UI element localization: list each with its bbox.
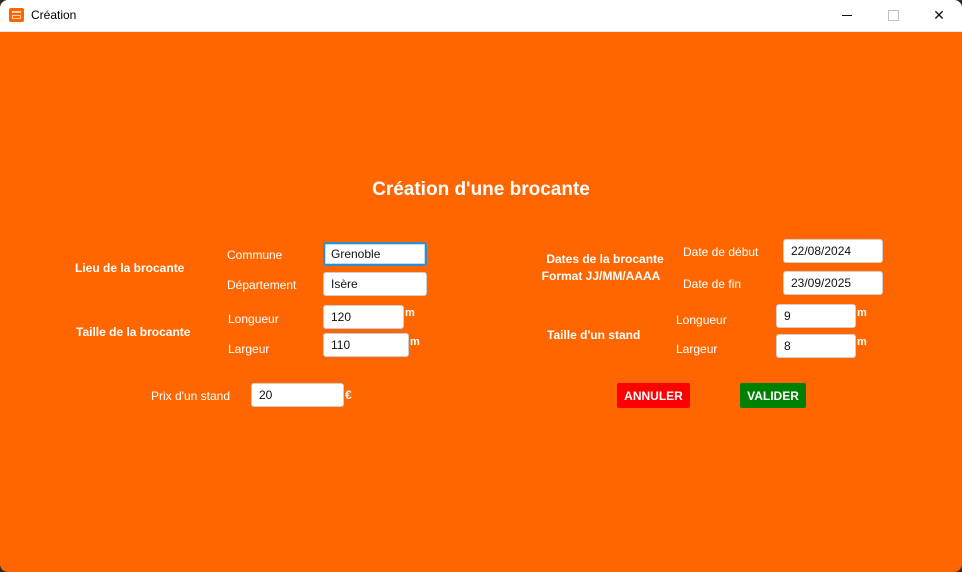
commune-label: Commune [227,248,283,262]
date-fin-input[interactable] [783,271,883,295]
date-debut-input[interactable] [783,239,883,263]
minimize-button[interactable] [824,0,870,31]
minimize-icon [842,15,852,16]
brocante-longueur-label: Longueur [228,312,279,326]
stand-longueur-unit: m [857,307,867,319]
brocante-largeur-unit: m [410,336,420,348]
form-area: Création d'une brocante Lieu de la broca… [0,31,962,572]
taille-brocante-label: Taille de la brocante [76,325,191,339]
dates-label: Dates de la brocante [546,252,664,266]
title-bar[interactable]: Création ✕ [0,0,962,32]
taille-stand-label: Taille d'un stand [547,328,641,342]
brocante-longueur-input[interactable] [323,305,404,329]
prix-label: Prix d'un stand [151,389,231,403]
stand-longueur-input[interactable] [776,304,856,328]
cancel-button[interactable]: ANNULER [617,383,690,408]
brocante-longueur-unit: m [405,307,415,319]
stand-largeur-unit: m [857,336,867,348]
close-button[interactable]: ✕ [916,0,962,31]
prix-unit: € [345,388,352,402]
dates-format-label: Format JJ/MM/AAAA [541,269,661,283]
stand-largeur-input[interactable] [776,334,856,358]
validate-button[interactable]: VALIDER [740,383,806,408]
app-window: Création ✕ Création d'une brocante Lieu … [0,0,962,572]
brocante-largeur-input[interactable] [323,333,409,357]
maximize-button [870,0,916,31]
stand-longueur-label: Longueur [676,313,727,327]
maximize-icon [887,10,899,21]
departement-input[interactable] [323,272,427,296]
prix-input[interactable] [251,383,344,407]
departement-label: Département [227,278,297,292]
close-icon: ✕ [933,7,945,23]
commune-input[interactable] [323,242,427,266]
brocante-largeur-label: Largeur [228,342,270,356]
stand-largeur-label: Largeur [676,342,718,356]
date-debut-label: Date de début [683,245,759,259]
window-title: Création [31,8,77,22]
lieu-label: Lieu de la brocante [75,261,185,275]
date-fin-label: Date de fin [683,277,742,291]
app-icon [9,8,24,22]
page-title: Création d'une brocante [372,179,590,200]
